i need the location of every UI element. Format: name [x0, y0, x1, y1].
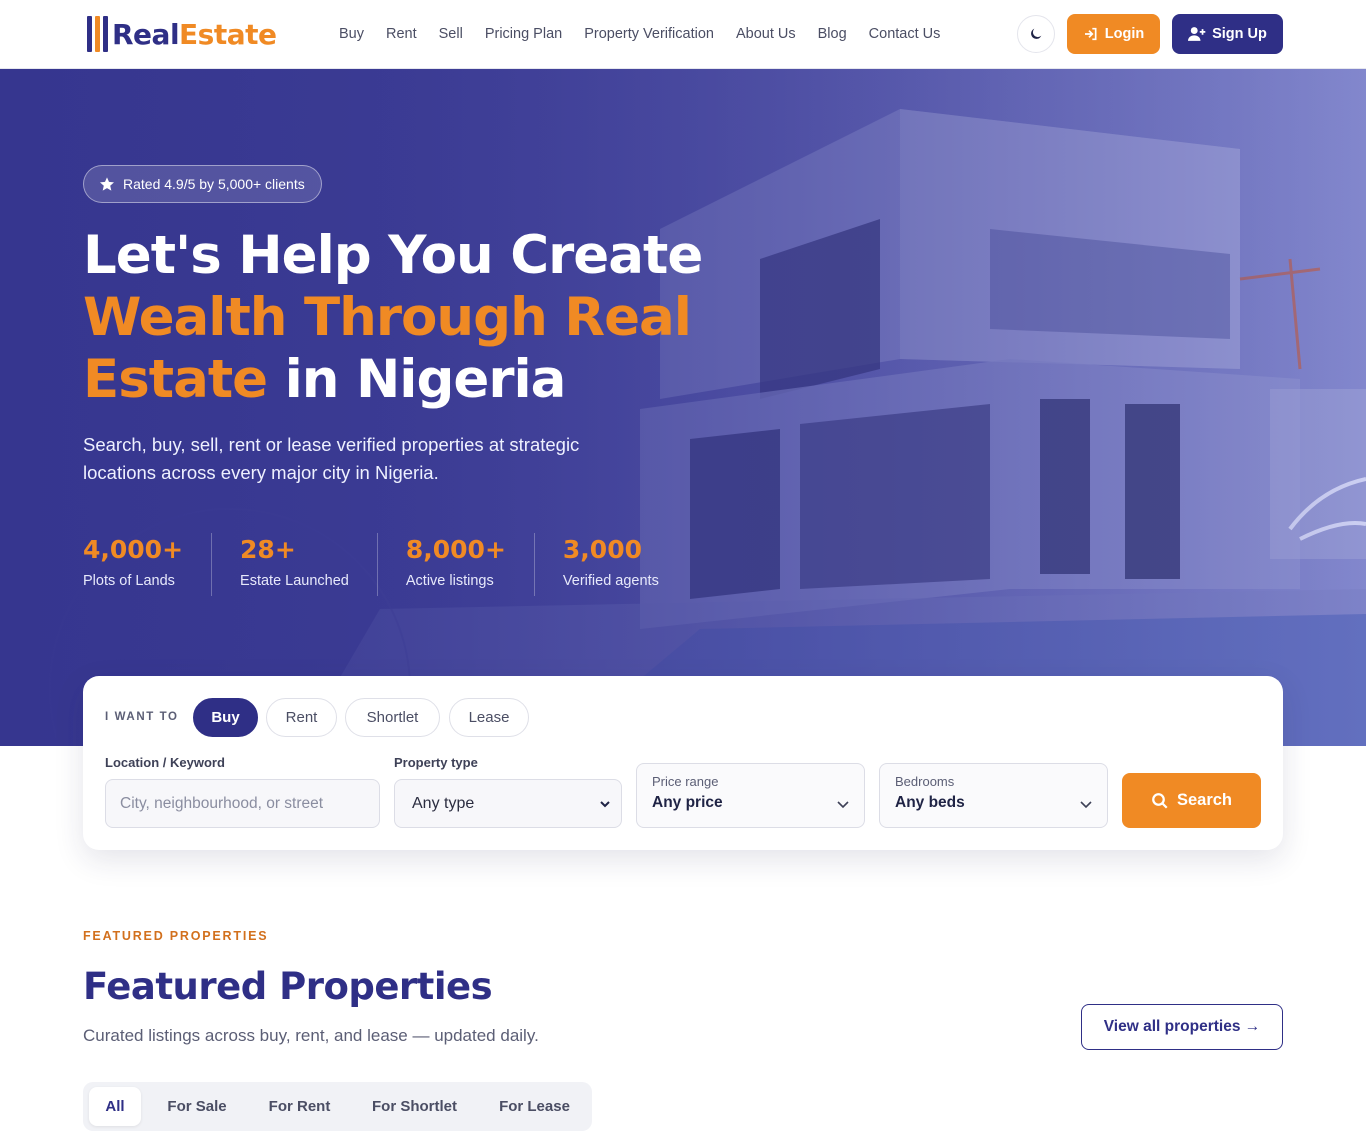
rating-badge: Rated 4.9/5 by 5,000+ clients — [83, 165, 322, 203]
chevron-down-icon — [837, 801, 849, 809]
nav-link-blog[interactable]: Blog — [818, 26, 847, 42]
chevron-down-icon — [1080, 801, 1092, 809]
nav-link-pricing-plan[interactable]: Pricing Plan — [485, 26, 562, 42]
headline-line1: Let's Help You Create — [83, 225, 703, 286]
nav-link-about-us[interactable]: About Us — [736, 26, 796, 42]
price-range-dropdown[interactable]: Price range Any price — [636, 763, 865, 828]
location-input[interactable]: City, neighbourhood, or street — [105, 779, 380, 828]
search-icon — [1152, 792, 1168, 809]
mode-shortlet-button[interactable]: Shortlet — [345, 698, 440, 737]
login-button[interactable]: Login — [1067, 14, 1160, 54]
rating-text: Rated 4.9/5 by 5,000+ clients — [123, 176, 305, 192]
search-mode-label: I WANT TO — [105, 711, 179, 723]
bedrooms-dropdown[interactable]: Bedrooms Any beds — [879, 763, 1108, 828]
property-search-card: I WANT TO Buy Rent Shortlet Lease Locati… — [83, 676, 1283, 850]
top-navbar: RealEstate Buy Rent Sell Pricing Plan Pr… — [0, 0, 1366, 69]
nav-link-contact-us[interactable]: Contact Us — [869, 26, 941, 42]
login-label: Login — [1104, 26, 1145, 42]
brand-name-part1: Real — [112, 17, 180, 51]
stat-label: Verified agents — [562, 573, 659, 589]
mode-rent-button[interactable]: Rent — [266, 698, 337, 737]
mode-buy-button[interactable]: Buy — [193, 698, 258, 737]
view-all-properties-button[interactable]: View all properties → — [1081, 1004, 1283, 1050]
bedrooms-value: Any beds — [895, 794, 965, 811]
property-type-value: Any type — [412, 794, 475, 812]
property-type-label: Property type — [394, 755, 478, 770]
star-icon — [100, 177, 114, 191]
tab-all[interactable]: All — [89, 1087, 141, 1126]
featured-filter-tabs: All For Sale For Rent For Shortlet For L… — [83, 1082, 592, 1131]
featured-title: Featured Properties — [83, 965, 493, 1008]
stat-estates: 28+ Estate Launched — [240, 533, 378, 596]
stat-plots: 4,000+ Plots of Lands — [83, 533, 213, 596]
main-menu: Buy Rent Sell Pricing Plan Property Veri… — [339, 0, 940, 68]
brand-name-part2: Estate — [179, 17, 277, 51]
stat-value: 28+ — [240, 535, 296, 564]
nav-link-rent[interactable]: Rent — [386, 26, 417, 42]
hero-section: Rated 4.9/5 by 5,000+ clients Let's Help… — [0, 69, 1366, 746]
theme-toggle-button[interactable] — [1017, 15, 1055, 53]
nav-link-sell[interactable]: Sell — [439, 26, 463, 42]
hero-stats: 4,000+ Plots of Lands 28+ Estate Launche… — [83, 533, 715, 596]
bedrooms-label: Bedrooms — [895, 774, 955, 789]
tab-for-sale[interactable]: For Sale — [151, 1087, 243, 1126]
moon-icon — [1031, 28, 1042, 39]
stat-label: Estate Launched — [240, 573, 349, 589]
stat-value: 3,000 — [562, 535, 642, 564]
nav-link-property-verification[interactable]: Property Verification — [584, 26, 714, 42]
tab-for-lease[interactable]: For Lease — [483, 1087, 586, 1126]
headline-end: in Nigeria — [284, 349, 567, 410]
property-type-select[interactable]: Any type — [394, 779, 622, 828]
featured-eyebrow: FEATURED PROPERTIES — [83, 929, 269, 943]
brand-logo[interactable]: RealEstate — [87, 15, 277, 53]
logo-mark-icon — [87, 16, 108, 52]
search-button-label: Search — [1176, 791, 1233, 809]
hero-subtitle: Search, buy, sell, rent or lease verifie… — [83, 434, 580, 483]
tab-for-shortlet[interactable]: For Shortlet — [356, 1087, 473, 1126]
stat-agents: 3,000 Verified agents — [563, 533, 687, 596]
signup-label: Sign Up — [1212, 26, 1267, 42]
price-range-value: Any price — [652, 794, 723, 811]
stat-value: 4,000+ — [83, 535, 184, 564]
stat-value: 8,000+ — [405, 535, 506, 564]
stat-label: Plots of Lands — [83, 573, 175, 589]
stat-listings: 8,000+ Active listings — [406, 533, 535, 596]
user-plus-icon — [1188, 27, 1206, 41]
mode-lease-button[interactable]: Lease — [449, 698, 529, 737]
search-button[interactable]: Search — [1122, 773, 1261, 828]
location-label: Location / Keyword — [105, 755, 225, 770]
price-range-label: Price range — [652, 774, 719, 789]
stat-label: Active listings — [405, 573, 494, 589]
featured-subtitle: Curated listings across buy, rent, and l… — [83, 1026, 539, 1045]
chevron-down-icon — [600, 800, 610, 807]
tab-for-rent[interactable]: For Rent — [253, 1087, 346, 1126]
hero-headline: Let's Help You Create Wealth Through Rea… — [83, 225, 723, 411]
signup-button[interactable]: Sign Up — [1172, 14, 1283, 54]
nav-link-buy[interactable]: Buy — [339, 26, 364, 42]
sign-in-icon — [1084, 27, 1097, 41]
